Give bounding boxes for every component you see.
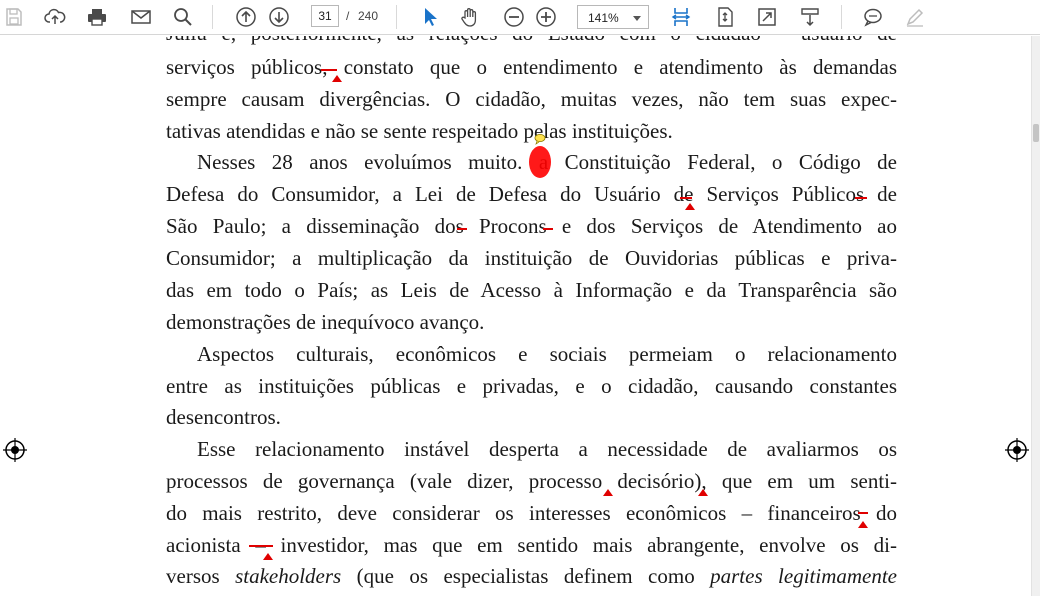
toolbar-divider [212,5,213,29]
zoom-level-value: 141% [588,11,619,25]
text-span: versos [166,564,236,588]
text-span: (que os especialistas definem como [341,564,711,588]
text-line: Aspectos culturais, econômicos e sociais… [197,342,897,366]
text-line: acionista – investidor, mas que em senti… [166,533,897,557]
fit-width-icon[interactable] [667,3,695,31]
toolbar-divider [396,5,397,29]
text-line: desencontros. [166,405,281,429]
print-icon[interactable] [83,3,111,31]
text-line: Defesa do Consumidor, a Lei de Defesa do… [166,182,897,206]
draw-pen-icon[interactable] [901,3,929,31]
fit-page-icon[interactable] [711,3,739,31]
page-number-input[interactable]: 31 [311,5,339,27]
previous-page-icon[interactable] [232,3,260,31]
text-line: Consumidor; a multiplicação da instituiç… [166,246,897,270]
chevron-down-icon [633,16,641,21]
text-line: Nesses 28 anos evoluímos muito. a Consti… [197,150,897,174]
crosshair-target-icon [3,438,27,462]
select-cursor-icon[interactable] [415,3,443,31]
text-line: das em todo o País; as Leis de Acesso à … [166,278,897,302]
text-line: entre as instituições públicas e privada… [166,374,897,398]
next-page-icon[interactable] [265,3,293,31]
full-screen-icon[interactable] [753,3,781,31]
text-line: serviços públicos, constato que o entend… [166,55,897,79]
text-line: Juliu e, posteriormente, as relações do … [166,36,897,48]
text-line: processos de governança (vale dizer, pro… [166,469,897,493]
scrolling-mode-icon[interactable] [796,3,824,31]
text-line: Esse relacionamento instável desperta a … [197,437,897,461]
text-line: tativas atendidas e não se sente respeit… [166,119,673,143]
text-line: São Paulo; a disseminação dos Procons e … [166,214,897,238]
search-icon[interactable] [169,3,197,31]
document-view: Juliu e, posteriormente, as relações do … [0,36,1032,596]
hand-tool-icon[interactable] [456,3,484,31]
text-line: demonstrações de inequívoco avanço. [166,310,485,334]
page-total: 240 [358,9,379,23]
zoom-level-select[interactable]: 141% [577,5,649,29]
email-icon[interactable] [127,3,155,31]
page-separator: / [346,9,350,23]
zoom-out-icon[interactable] [500,3,528,31]
text-line: versos stakeholders (que os especialista… [166,561,897,591]
text-line: sempre causam divergências. O cidadão, m… [166,87,897,111]
cloud-upload-icon[interactable] [41,3,69,31]
italic-text: stakeholders [235,564,342,588]
scrollbar-thumb[interactable] [1033,124,1039,142]
italic-text: partes legitimamente [710,564,898,588]
toolbar-divider [841,5,842,29]
text-line: do mais restrito, deve considerar os int… [166,501,897,525]
comment-icon[interactable] [859,3,887,31]
pdf-toolbar: 31 / 240 141% [0,0,1040,35]
save-icon[interactable] [0,3,28,31]
zoom-in-icon[interactable] [532,3,560,31]
vertical-scrollbar[interactable] [1031,36,1040,596]
crosshair-target-icon [1005,438,1029,462]
